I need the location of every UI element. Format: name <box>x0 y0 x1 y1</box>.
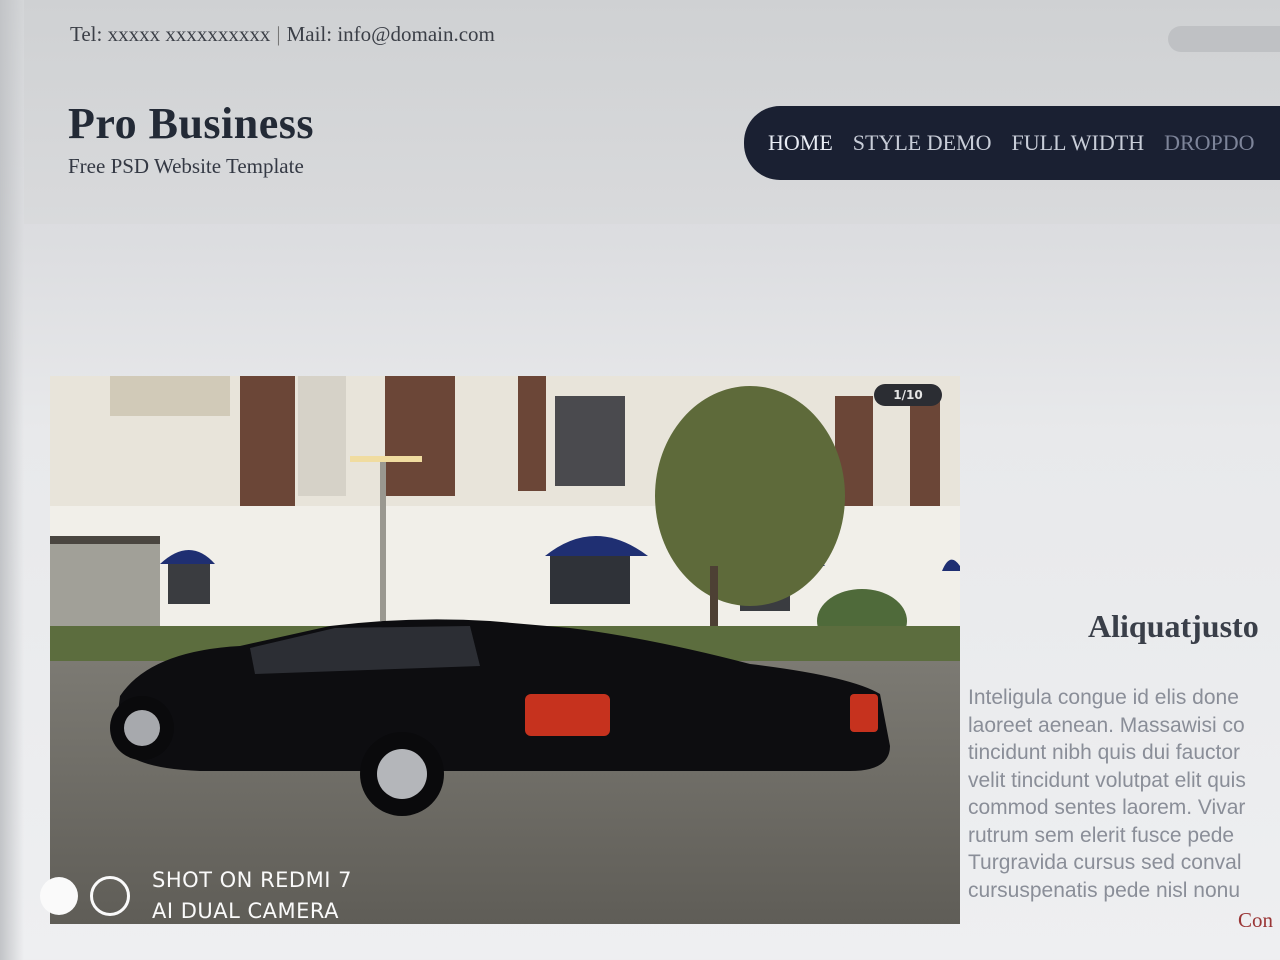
screen-edge-shadow <box>0 0 24 960</box>
watermark-line1: SHOT ON REDMI 7 <box>152 868 352 892</box>
contact-bar: Tel: xxxxx xxxxxxxxxx | Mail: info@domain.… <box>70 22 495 47</box>
featured-slider[interactable] <box>50 376 960 924</box>
nav-item-dropdown[interactable]: DROPDO <box>1154 130 1264 156</box>
nav-item-home[interactable]: HOME <box>758 130 843 156</box>
main-navigation: HOME STYLE DEMO FULL WIDTH DROPDO <box>744 106 1280 180</box>
article-excerpt: Inteligula congue id elis done laoreet a… <box>968 684 1280 904</box>
camera-watermark: SHOT ON REDMI 7 AI DUAL CAMERA <box>40 866 352 926</box>
continue-reading-link[interactable]: Con <box>1238 908 1273 933</box>
contact-mail[interactable]: Mail: info@domain.com <box>287 22 495 46</box>
nav-item-full-width[interactable]: FULL WIDTH <box>1002 130 1155 156</box>
excerpt-line: tincidunt nibh quis dui fauctor <box>968 741 1241 764</box>
search-box[interactable] <box>1168 26 1280 52</box>
excerpt-line: velit tincidunt volutpat elit quis <box>968 768 1246 792</box>
site-subtitle: Free PSD Website Template <box>68 154 304 178</box>
contact-tel: Tel: xxxxx xxxxxxxxxx <box>70 22 271 46</box>
watermark-ring-icon <box>90 876 130 916</box>
excerpt-line: Turgravida cursus sed conval <box>968 851 1242 874</box>
watermark-dot-icon <box>40 877 78 915</box>
nav-item-style-demo[interactable]: STYLE DEMO <box>843 130 1002 156</box>
excerpt-line: Inteligula congue id elis done <box>968 686 1239 709</box>
watermark-line2: AI DUAL CAMERA <box>152 899 340 923</box>
watermark-text: SHOT ON REDMI 7 AI DUAL CAMERA <box>152 865 352 927</box>
excerpt-line: rutrum sem elerit fusce pede <box>968 823 1235 847</box>
excerpt-line: cursuspenatis pede nisl nonu <box>968 878 1241 902</box>
slider-image <box>50 376 960 924</box>
contact-separator: | <box>276 22 281 46</box>
excerpt-line: commod sentes laorem. Vivar <box>968 796 1246 819</box>
excerpt-line: laoreet aenean. Massawisi co <box>968 713 1245 737</box>
slide-counter-badge: 1/10 <box>874 384 942 406</box>
site-title[interactable]: Pro Business <box>68 98 314 149</box>
article-title[interactable]: Aliquatjusto <box>1088 608 1259 645</box>
